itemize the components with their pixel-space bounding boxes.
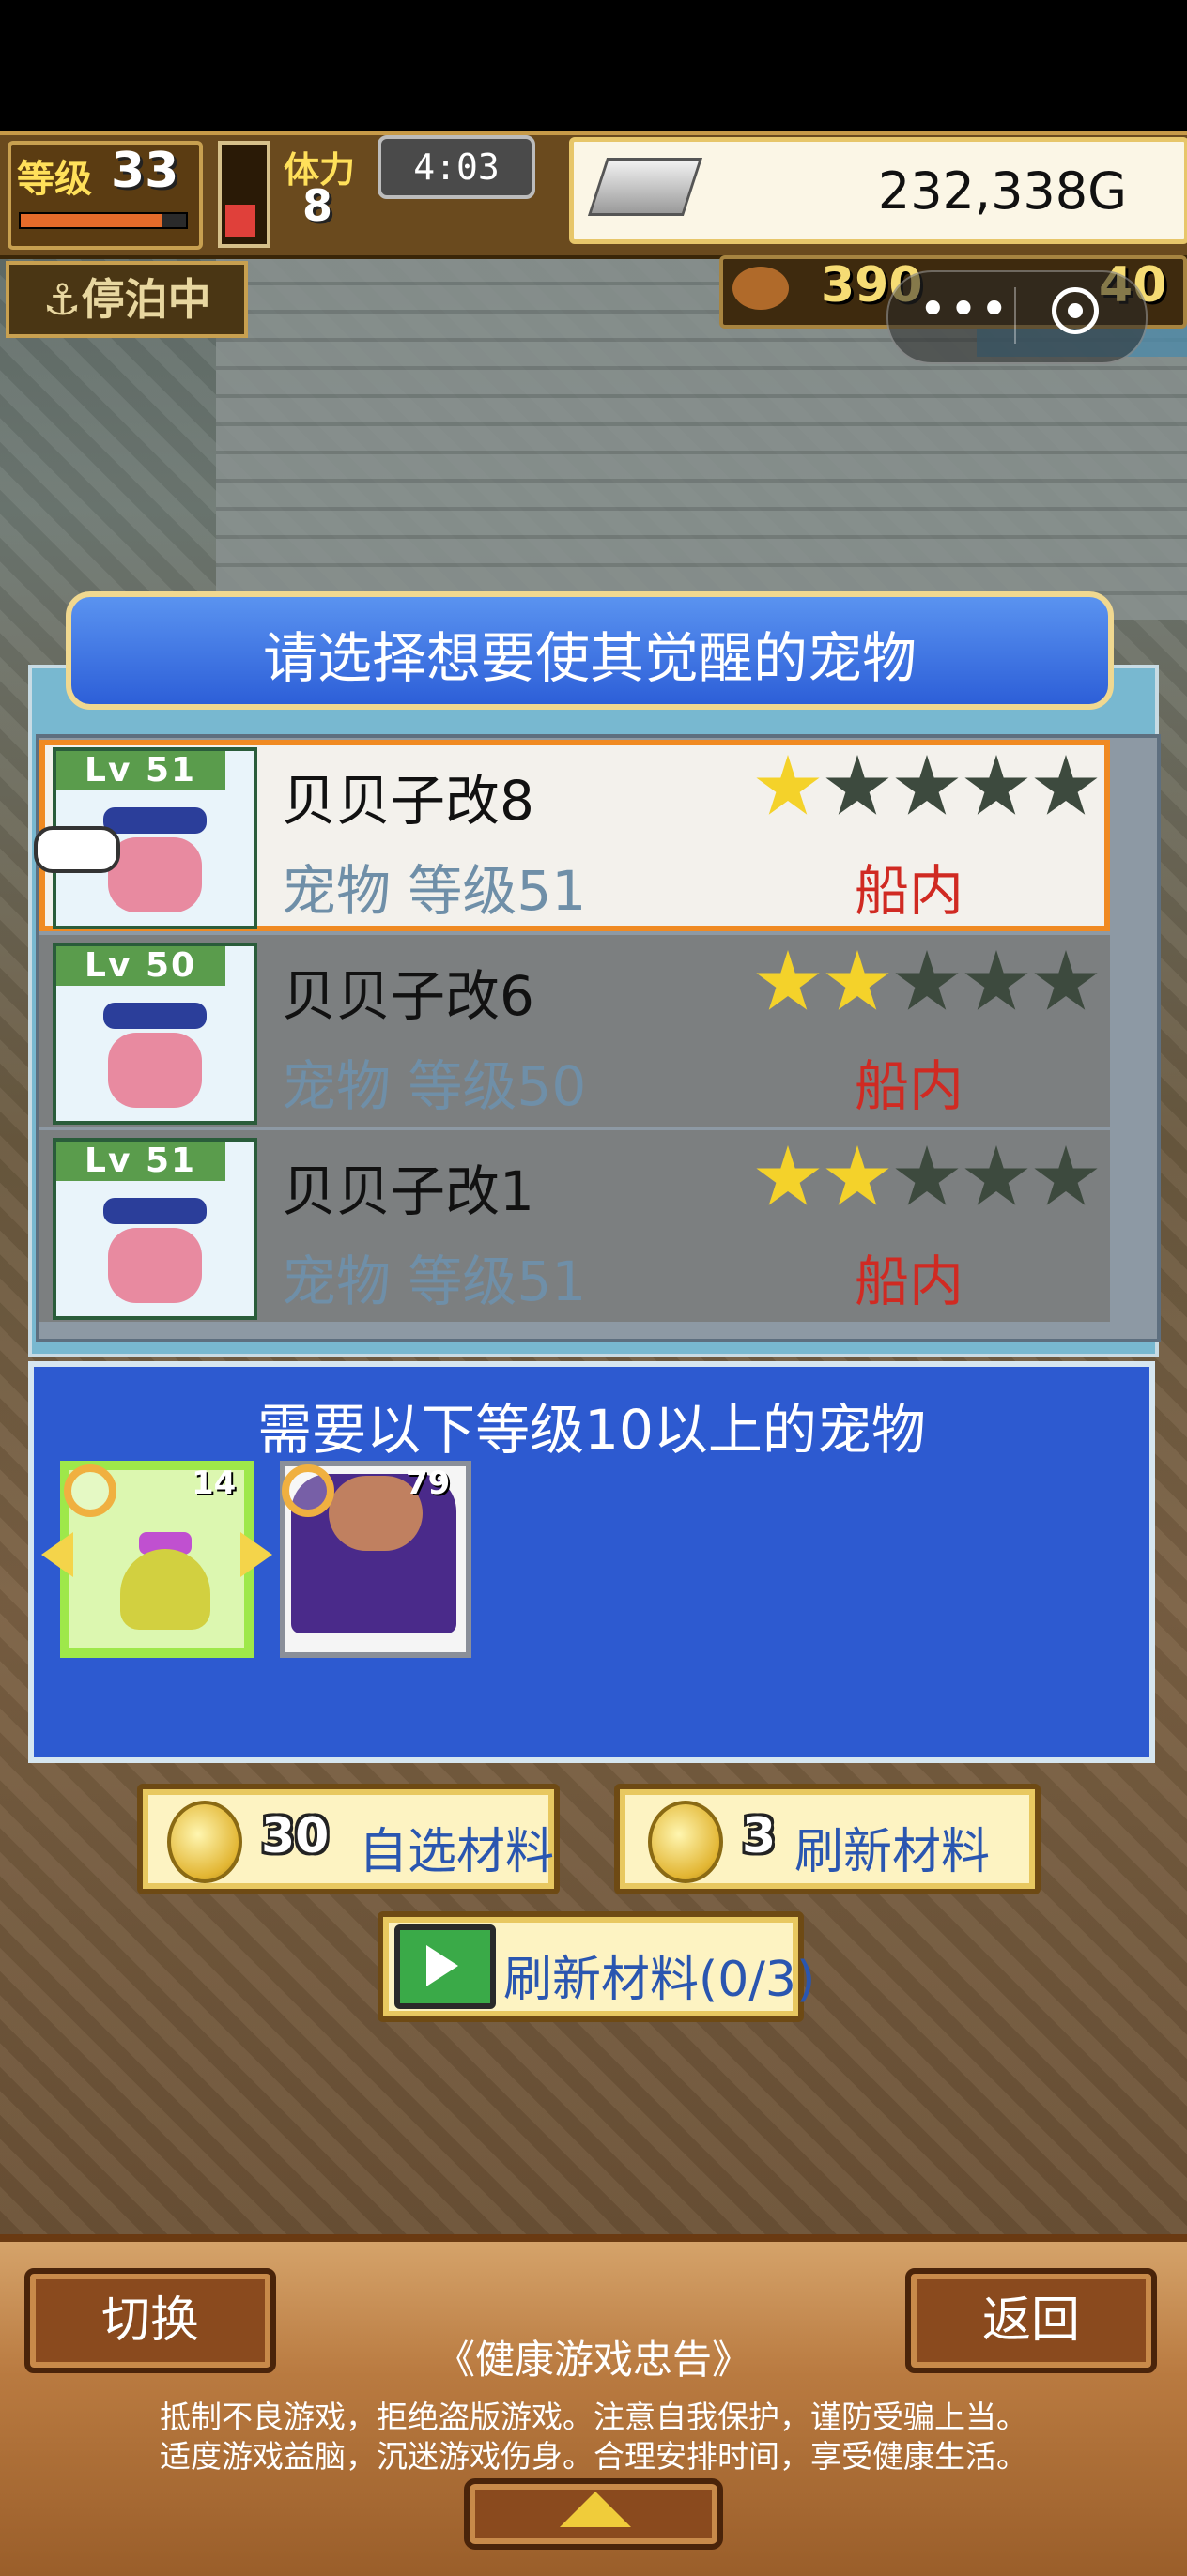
coin-icon <box>167 1801 242 1883</box>
refresh-material-label: 刷新材料 <box>794 1824 991 1880</box>
target-close-icon[interactable] <box>1052 287 1099 334</box>
refresh-material-cost: 3 <box>742 1808 777 1864</box>
pet-cap-icon <box>103 807 207 834</box>
docked-status: ⚓停泊中 <box>6 261 248 338</box>
pet-name: 贝贝子改6 <box>282 964 534 1028</box>
gold-amount: 232,338G <box>877 161 1127 221</box>
axolotl-pet-icon <box>108 1033 202 1108</box>
health-notice-line-1: 抵制不良游戏，拒绝盗版游戏。注意自我保护，谨防受骗上当。 <box>160 2399 1027 2435</box>
pet-name: 贝贝子改8 <box>282 769 534 833</box>
pet-level-badge: Lv 50 <box>56 946 225 986</box>
arrow-left-icon[interactable] <box>41 1532 73 1577</box>
pet-location: 船内 <box>855 1250 964 1313</box>
material-card-1-level: 14 <box>192 1464 237 1502</box>
select-material-label: 自选材料 <box>359 1824 555 1880</box>
ring-icon <box>64 1464 116 1517</box>
chevron-up-icon <box>560 2492 631 2527</box>
pet-type-level: 宠物 等级50 <box>282 1054 587 1118</box>
level-label: 等级 <box>17 158 92 201</box>
level-value: 33 <box>111 143 179 199</box>
select-material-cost: 30 <box>261 1808 330 1864</box>
health-notice-line-2: 适度游戏益脑，沉迷游戏伤身。合理安排时间，享受健康生活。 <box>160 2438 1027 2475</box>
axolotl-pet-icon <box>108 1228 202 1303</box>
requirement-title: 需要以下等级10以上的宠物 <box>257 1398 926 1462</box>
pointing-hand-icon <box>34 826 120 873</box>
more-dots-icon[interactable]: ••• <box>918 282 1009 338</box>
pet-cap-icon <box>103 1003 207 1029</box>
ad-refresh-label: 刷新材料(0/3) <box>503 1952 816 2008</box>
food-icon <box>732 267 789 310</box>
stamina-value: 8 <box>302 180 333 231</box>
exp-bar-fill <box>21 214 162 227</box>
pet-level-badge: Lv 51 <box>56 1142 225 1181</box>
pet-location: 船内 <box>855 1054 964 1118</box>
pet-type-level: 宠物 等级51 <box>282 859 587 923</box>
pet-level-badge: Lv 51 <box>56 751 225 790</box>
pet-type-level: 宠物 等级51 <box>282 1250 587 1313</box>
ring-icon <box>282 1464 334 1517</box>
pet-name: 贝贝子改1 <box>282 1159 534 1223</box>
material-card-2-level: 79 <box>406 1464 451 1502</box>
health-notice-title: 《健康游戏忠告》 <box>435 2337 751 2383</box>
game-clock: 4:03 <box>378 135 535 199</box>
axolotl-pet-icon <box>108 837 202 912</box>
dialog-title: 请选择想要使其觉醒的宠物 <box>262 626 917 690</box>
tv-play-icon <box>394 1924 496 2009</box>
capsule-divider <box>1014 287 1016 344</box>
stamina-gauge-fill <box>225 205 255 237</box>
pet-cap-icon <box>103 1198 207 1224</box>
arrow-right-icon[interactable] <box>240 1532 272 1577</box>
pet-location: 船内 <box>855 859 964 923</box>
silver-ingot-icon <box>587 158 703 216</box>
coin-icon <box>648 1801 723 1883</box>
yellow-blob-pet-icon <box>120 1549 210 1630</box>
